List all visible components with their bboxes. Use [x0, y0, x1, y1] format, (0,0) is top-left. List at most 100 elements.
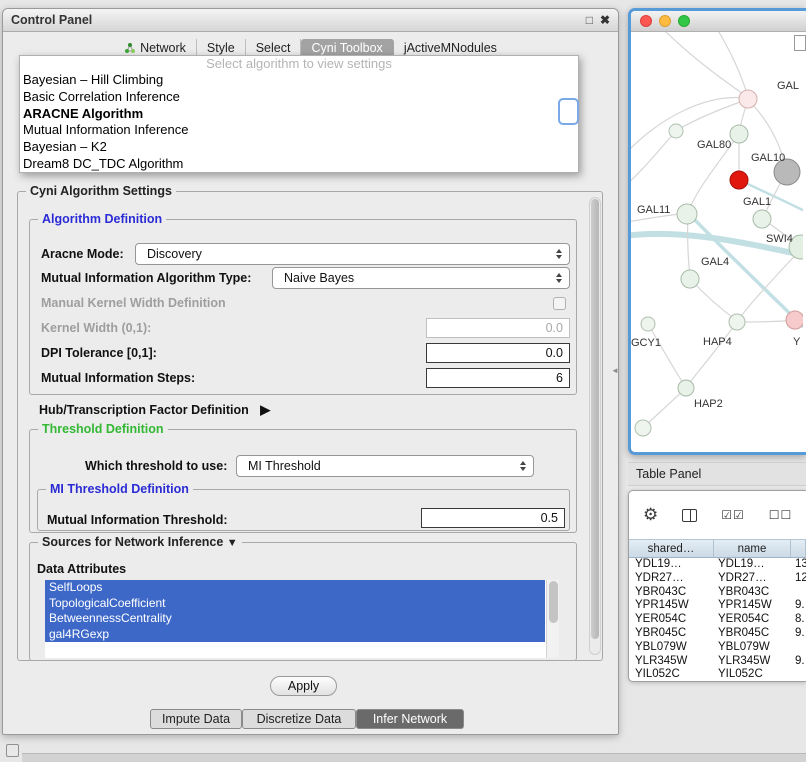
- birdseye-navigator-box[interactable]: [794, 35, 806, 51]
- which-threshold-value: MI Threshold: [248, 459, 321, 473]
- dropdown-item[interactable]: Basic Correlation Inference: [20, 89, 578, 106]
- network-node[interactable]: [730, 125, 748, 143]
- settings-scrollbar[interactable]: [589, 197, 601, 655]
- combo-arrows-icon: [556, 273, 562, 283]
- network-node[interactable]: [681, 270, 699, 288]
- expander-right-arrow-icon[interactable]: ▶: [260, 402, 270, 417]
- manual-kernel-checkbox[interactable]: [553, 297, 566, 310]
- network-canvas[interactable]: GAL GAL80 GAL10 GAL11 GAL1 SWI4 GAL4 GCY…: [631, 32, 806, 451]
- mi-threshold-field[interactable]: [421, 508, 565, 528]
- docked-panel-square[interactable]: [6, 744, 19, 757]
- combo-arrows-icon: [520, 461, 526, 471]
- splitter-collapse-icon[interactable]: ◄: [611, 366, 619, 375]
- attribute-list-scrollbar[interactable]: [546, 580, 559, 658]
- network-node[interactable]: [677, 204, 697, 224]
- gear-icon[interactable]: ⚙: [643, 505, 658, 525]
- mi-threshold-label: Mutual Information Threshold:: [47, 513, 228, 527]
- attribute-list-scrollbar-thumb[interactable]: [549, 581, 558, 623]
- data-attributes-list[interactable]: SelfLoops TopologicalCoefficient Between…: [45, 580, 559, 658]
- table-panel-window: ⚙ ☑☑ ☐☐ shared… name YDL19…YDL19…13 YDR2…: [628, 490, 806, 682]
- table-row[interactable]: YBR043CYBR043C: [629, 586, 806, 600]
- zoom-traffic-light-icon[interactable]: [678, 15, 690, 27]
- dropdown-item[interactable]: Mutual Information Inference: [20, 122, 578, 139]
- network-node-label: GAL: [777, 80, 799, 92]
- dpi-tolerance-label: DPI Tolerance [0,1]:: [41, 346, 157, 360]
- attribute-item-selected[interactable]: TopologicalCoefficient: [45, 596, 545, 612]
- network-node-label: HAP2: [694, 398, 723, 410]
- dropdown-item[interactable]: Bayesian – K2: [20, 139, 578, 156]
- kernel-width-field[interactable]: [426, 318, 570, 338]
- table-row[interactable]: YDR27…YDR27…12: [629, 572, 806, 586]
- network-node[interactable]: [669, 124, 683, 138]
- aracne-mode-label: Aracne Mode:: [41, 247, 124, 261]
- network-node[interactable]: [739, 90, 757, 108]
- algorithm-combobox-focus-fragment[interactable]: [558, 98, 579, 125]
- control-panel-titlebar[interactable]: Control Panel □ ✖: [3, 9, 618, 32]
- sources-legend[interactable]: Sources for Network Inference ▼: [38, 535, 242, 549]
- columns-icon[interactable]: [682, 509, 697, 522]
- dropdown-placeholder-item[interactable]: Select algorithm to view settings: [20, 56, 578, 72]
- which-threshold-combobox[interactable]: MI Threshold: [236, 455, 534, 477]
- settings-scrollbar-thumb[interactable]: [591, 199, 599, 639]
- network-window-titlebar[interactable]: [631, 11, 806, 32]
- dropdown-item[interactable]: Bayesian – Hill Climbing: [20, 72, 578, 89]
- kernel-width-label: Kernel Width (0,1):: [41, 321, 151, 335]
- mi-type-value: Naive Bayes: [284, 271, 354, 285]
- dropdown-item-selected[interactable]: ARACNE Algorithm: [20, 106, 578, 123]
- select-all-checkboxes-icon[interactable]: ☑☑: [721, 508, 745, 522]
- mi-steps-label: Mutual Information Steps:: [41, 371, 195, 385]
- aracne-mode-combobox[interactable]: Discovery: [135, 243, 570, 265]
- table-panel-header: Table Panel: [628, 462, 806, 486]
- table-row[interactable]: YER054CYER054C8.: [629, 613, 806, 627]
- dropdown-item[interactable]: Dream8 DC_TDC Algorithm: [20, 156, 578, 173]
- column-header-name[interactable]: name: [714, 540, 791, 557]
- expander-down-arrow-icon[interactable]: ▼: [227, 537, 238, 549]
- network-node[interactable]: [729, 314, 745, 330]
- window-title: Control Panel: [11, 13, 92, 27]
- column-header-shared-name[interactable]: shared…: [629, 540, 714, 557]
- column-header-clipped[interactable]: [791, 540, 806, 557]
- close-traffic-light-icon[interactable]: [640, 15, 652, 27]
- table-row[interactable]: YIL052CYIL052C: [629, 668, 806, 682]
- settings-group-legend: Cyni Algorithm Settings: [26, 184, 176, 198]
- data-attributes-label: Data Attributes: [37, 562, 126, 576]
- table-row[interactable]: YDL19…YDL19…13: [629, 558, 806, 572]
- table-row[interactable]: YLR345WYLR345W9.: [629, 655, 806, 669]
- table-row[interactable]: YBR045CYBR045C9.: [629, 627, 806, 641]
- minimize-traffic-light-icon[interactable]: [659, 15, 671, 27]
- table-row[interactable]: YPR145WYPR145W9.: [629, 599, 806, 613]
- network-node[interactable]: [753, 210, 771, 228]
- attribute-item-selected[interactable]: SelfLoops: [45, 580, 545, 596]
- network-node[interactable]: [641, 317, 655, 331]
- attribute-item-selected[interactable]: BetweennessCentrality: [45, 611, 545, 627]
- mi-steps-field[interactable]: [426, 368, 570, 388]
- network-graph[interactable]: GAL GAL80 GAL10 GAL11 GAL1 SWI4 GAL4 GCY…: [631, 32, 803, 452]
- manual-kernel-label: Manual Kernel Width Definition: [41, 296, 226, 310]
- control-panel-window: Control Panel □ ✖ Network Style Select C…: [2, 8, 619, 735]
- tab-discretize-data[interactable]: Discretize Data: [242, 709, 356, 729]
- network-node-label: GCY1: [631, 337, 661, 349]
- float-window-icon[interactable]: □: [586, 13, 593, 27]
- tab-infer-network[interactable]: Infer Network: [356, 709, 464, 729]
- network-node-highlighted[interactable]: [730, 171, 748, 189]
- tab-impute-data[interactable]: Impute Data: [150, 709, 242, 729]
- network-node-label: GAL10: [751, 152, 785, 164]
- hub-definition-label: Hub/Transcription Factor Definition: [39, 403, 249, 417]
- dpi-tolerance-field[interactable]: [426, 343, 570, 363]
- deselect-all-checkboxes-icon[interactable]: ☐☐: [769, 508, 793, 522]
- hub-definition-expander[interactable]: Hub/Transcription Factor Definition ▶: [39, 402, 270, 418]
- table-row[interactable]: YBL079WYBL079W: [629, 641, 806, 655]
- tab-cyni-toolbox-label: Cyni Toolbox: [311, 41, 382, 55]
- threshold-definition-legend: Threshold Definition: [38, 422, 168, 436]
- network-tab-icon: [124, 42, 136, 54]
- mi-type-combobox[interactable]: Naive Bayes: [272, 267, 570, 289]
- apply-button[interactable]: Apply: [270, 676, 337, 696]
- close-icon[interactable]: ✖: [600, 13, 610, 27]
- table-header-row: shared… name: [629, 539, 806, 558]
- network-node[interactable]: [786, 311, 803, 329]
- network-node-label: GAL1: [743, 196, 771, 208]
- window-controls: □ ✖: [586, 13, 610, 27]
- network-node[interactable]: [635, 420, 651, 436]
- attribute-item-selected[interactable]: gal4RGexp: [45, 627, 545, 643]
- network-node[interactable]: [678, 380, 694, 396]
